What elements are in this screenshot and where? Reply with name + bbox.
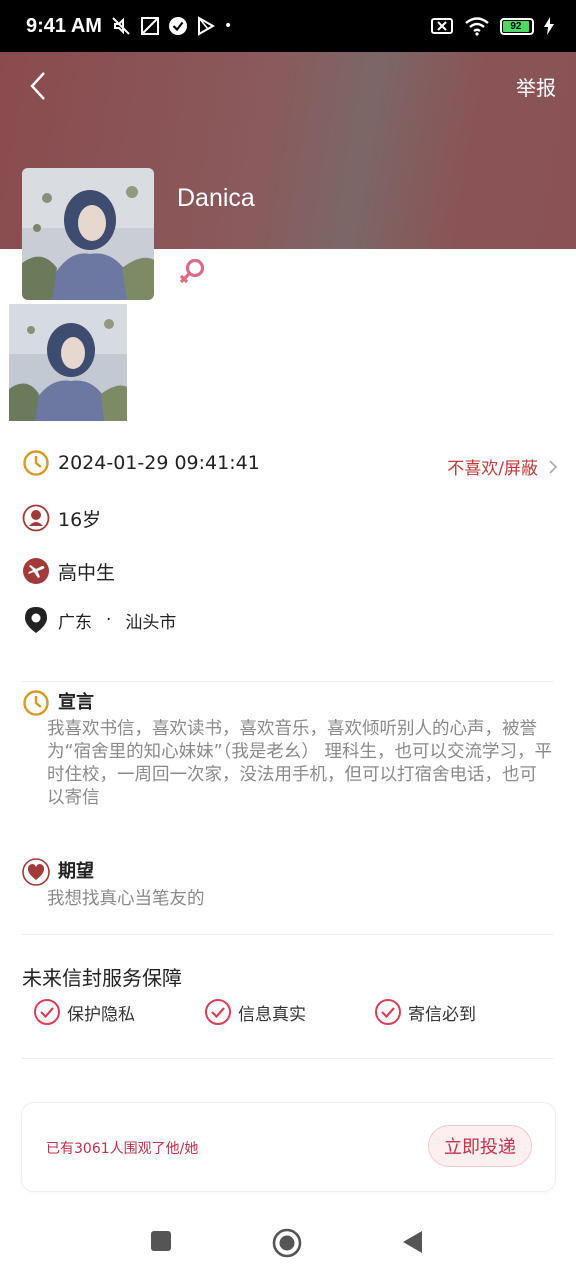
dot-icon: • bbox=[223, 18, 233, 34]
clock-icon bbox=[22, 449, 50, 477]
province-value: 广东 bbox=[58, 612, 92, 633]
photo-image bbox=[9, 304, 127, 421]
info-row-age: 16岁 bbox=[22, 504, 101, 532]
play-store-icon bbox=[197, 16, 215, 36]
guarantee-label: 信息真实 bbox=[238, 1004, 306, 1025]
chevron-left-icon bbox=[30, 72, 45, 100]
location-pin-icon bbox=[22, 606, 50, 634]
wifi-icon bbox=[465, 17, 489, 36]
divider bbox=[22, 934, 553, 935]
person-icon bbox=[22, 504, 50, 532]
avatar-photo bbox=[22, 168, 154, 300]
check-circle-icon bbox=[168, 17, 187, 35]
login-timestamp: 2024-01-29 09:41:41 bbox=[58, 452, 260, 474]
declaration-title: 宣言 bbox=[58, 692, 94, 713]
home-circle-icon bbox=[272, 1228, 302, 1258]
back-button[interactable] bbox=[20, 66, 56, 106]
occupation-value: 高中生 bbox=[58, 561, 116, 584]
guarantee-item-delivery: 寄信必到 bbox=[374, 998, 476, 1026]
airplane-icon bbox=[22, 557, 50, 585]
recents-button[interactable] bbox=[150, 1230, 172, 1256]
declaration-clock-icon bbox=[22, 689, 50, 721]
check-circle-icon bbox=[375, 999, 401, 1025]
info-row-time: 2024-01-29 09:41:41 bbox=[22, 449, 260, 477]
home-button[interactable] bbox=[272, 1228, 302, 1262]
divider bbox=[22, 1058, 553, 1059]
battery-icon: 92 bbox=[500, 17, 534, 35]
age-value: 16岁 bbox=[58, 508, 102, 531]
heart-icon bbox=[22, 858, 50, 890]
charging-icon bbox=[544, 17, 554, 35]
square-icon bbox=[151, 1231, 171, 1251]
triangle-back-icon bbox=[403, 1231, 422, 1253]
check-circle-icon bbox=[34, 999, 60, 1025]
send-letter-card: 已有3061人围观了他/她 立即投递 bbox=[22, 1103, 555, 1191]
mute-icon bbox=[112, 17, 130, 35]
info-row-occupation: 高中生 bbox=[22, 557, 115, 585]
avatar[interactable] bbox=[22, 168, 154, 300]
back-nav-button[interactable] bbox=[402, 1230, 424, 1258]
chevron-right-icon bbox=[549, 459, 558, 474]
guarantee-item-privacy: 保护隐私 bbox=[33, 998, 135, 1026]
photo-thumbnail[interactable] bbox=[9, 304, 127, 421]
status-notification-icons: • bbox=[110, 16, 232, 36]
send-letter-button[interactable]: 立即投递 bbox=[428, 1125, 532, 1167]
system-nav-bar bbox=[0, 1210, 576, 1280]
location-separator: · bbox=[106, 610, 112, 630]
nickname: Danica bbox=[177, 184, 255, 212]
info-row-location: 广东 · 汕头市 bbox=[22, 606, 176, 634]
guarantee-label: 保护隐私 bbox=[67, 1004, 135, 1025]
dislike-block-link[interactable]: 不喜欢/屏蔽 bbox=[447, 454, 558, 479]
check-circle-icon bbox=[205, 999, 231, 1025]
guarantee-label: 寄信必到 bbox=[408, 1004, 476, 1025]
female-icon bbox=[176, 256, 208, 288]
dislike-block-label: 不喜欢/屏蔽 bbox=[447, 459, 538, 479]
status-time: 9:41 AM bbox=[26, 14, 102, 37]
expectation-text: 我想找真心当笔友的 bbox=[47, 889, 205, 909]
app-icon bbox=[140, 17, 159, 35]
viewers-count-text: 已有3061人围观了他/她 bbox=[46, 1141, 199, 1157]
guarantee-title: 未来信封服务保障 bbox=[22, 966, 182, 990]
report-button[interactable]: 举报 bbox=[516, 72, 556, 101]
city-value: 汕头市 bbox=[125, 612, 177, 633]
no-sim-icon bbox=[431, 18, 453, 34]
expectation-title: 期望 bbox=[58, 861, 94, 882]
status-bar: 9:41 AM • 92 bbox=[0, 0, 576, 52]
divider bbox=[22, 681, 553, 682]
status-system-icons: 92 bbox=[430, 16, 554, 36]
battery-level: 92 bbox=[503, 20, 529, 32]
guarantee-item-authentic: 信息真实 bbox=[204, 998, 306, 1026]
declaration-text: 我喜欢书信，喜欢读书，喜欢音乐，喜欢倾听别人的心声，被誉为“宿舍里的知心妹妹”（… bbox=[47, 719, 552, 808]
